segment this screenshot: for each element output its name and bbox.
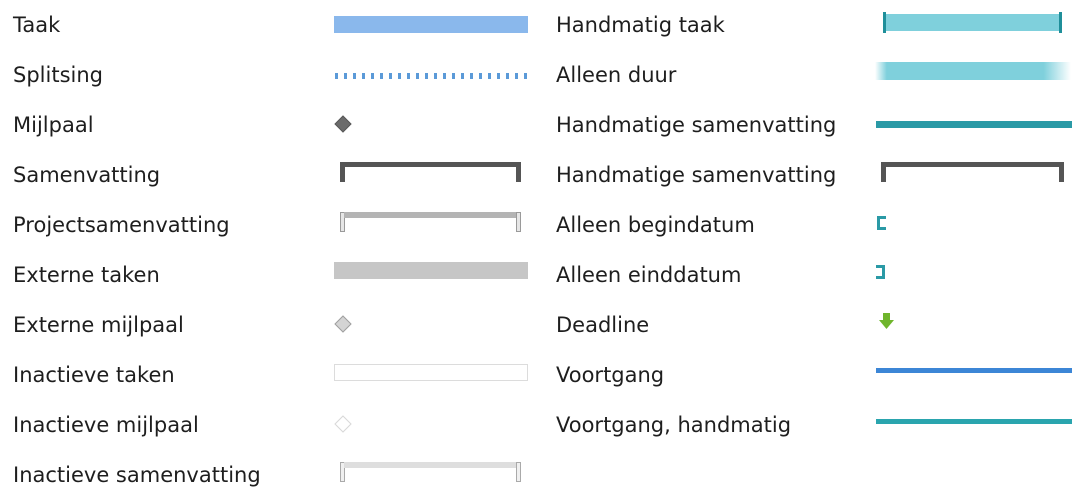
legend-row-project-summary: Projectsamenvatting — [0, 200, 540, 250]
external-milestone-diamond-icon — [334, 315, 352, 333]
legend-row-progress: Voortgang — [545, 350, 1072, 400]
legend-label: Alleen duur — [556, 63, 677, 87]
legend-row-manual-task: Handmatig taak — [545, 0, 1072, 50]
legend-label: Handmatige samenvatting — [556, 113, 837, 137]
legend-row-inactive-tasks: Inactieve taken — [0, 350, 540, 400]
manual-progress-line-icon — [876, 419, 1072, 425]
legend-row-finish-only: Alleen einddatum — [545, 250, 1072, 300]
manual-summary-rollup-line-icon — [876, 121, 1072, 129]
legend-label: Deadline — [556, 313, 650, 337]
legend-row-deadline: Deadline — [545, 300, 1072, 350]
manual-task-bar-icon — [883, 12, 1063, 34]
legend-row-task: Taak — [0, 0, 540, 50]
legend-row-milestone: Mijlpaal — [0, 100, 540, 150]
legend-row-external-milestone: Externe mijlpaal — [0, 300, 540, 350]
inactive-summary-bracket-bar-icon — [340, 462, 522, 484]
legend-row-split: Splitsing — [0, 50, 540, 100]
legend-label: Handmatig taak — [556, 13, 725, 37]
split-dotted-line-icon — [334, 70, 528, 82]
legend-row-manual-summary-rollup: Handmatige samenvatting — [545, 100, 1072, 150]
legend-row-inactive-summary: Inactieve samenvatting — [0, 450, 540, 500]
legend-label: Taak — [13, 13, 61, 37]
inactive-milestone-diamond-icon — [334, 415, 352, 433]
project-summary-bracket-bar-icon — [340, 212, 522, 234]
legend-row-external-tasks: Externe taken — [0, 250, 540, 300]
legend-row-inactive-milestone: Inactieve mijlpaal — [0, 400, 540, 450]
legend-row-start-only: Alleen begindatum — [545, 200, 1072, 250]
deadline-arrow-icon — [879, 313, 895, 331]
manual-summary-bracket-bar-icon — [881, 162, 1065, 184]
legend-row-duration-only: Alleen duur — [545, 50, 1072, 100]
external-task-bar-icon — [334, 262, 528, 280]
legend-label: Inactieve mijlpaal — [13, 413, 199, 437]
legend-label: Voortgang, handmatig — [556, 413, 792, 437]
legend-label: Mijlpaal — [13, 113, 94, 137]
legend-label: Alleen begindatum — [556, 213, 755, 237]
legend-row-summary: Samenvatting — [0, 150, 540, 200]
finish-only-bracket-icon — [876, 265, 888, 281]
legend-label: Inactieve taken — [13, 363, 175, 387]
legend-label: Inactieve samenvatting — [13, 463, 261, 487]
inactive-task-bar-icon — [334, 364, 528, 382]
legend-label: Voortgang — [556, 363, 665, 387]
summary-bracket-bar-icon — [340, 162, 522, 184]
legend-label: Samenvatting — [13, 163, 161, 187]
duration-only-bar-icon — [875, 62, 1071, 80]
legend-label: Splitsing — [13, 63, 103, 87]
legend-label: Alleen einddatum — [556, 263, 742, 287]
legend-label: Externe mijlpaal — [13, 313, 184, 337]
legend-row-manual-progress: Voortgang, handmatig — [545, 400, 1072, 450]
milestone-diamond-icon — [334, 115, 352, 133]
progress-line-icon — [876, 368, 1072, 374]
gantt-legend: Taak Splitsing Mijlpaal Samenvatting Pro… — [0, 0, 1072, 490]
task-bar-icon — [334, 16, 528, 34]
legend-label: Projectsamenvatting — [13, 213, 230, 237]
legend-row-manual-summary: Handmatige samenvatting — [545, 150, 1072, 200]
start-only-bracket-icon — [877, 216, 889, 232]
legend-label: Handmatige samenvatting — [556, 163, 837, 187]
legend-label: Externe taken — [13, 263, 160, 287]
